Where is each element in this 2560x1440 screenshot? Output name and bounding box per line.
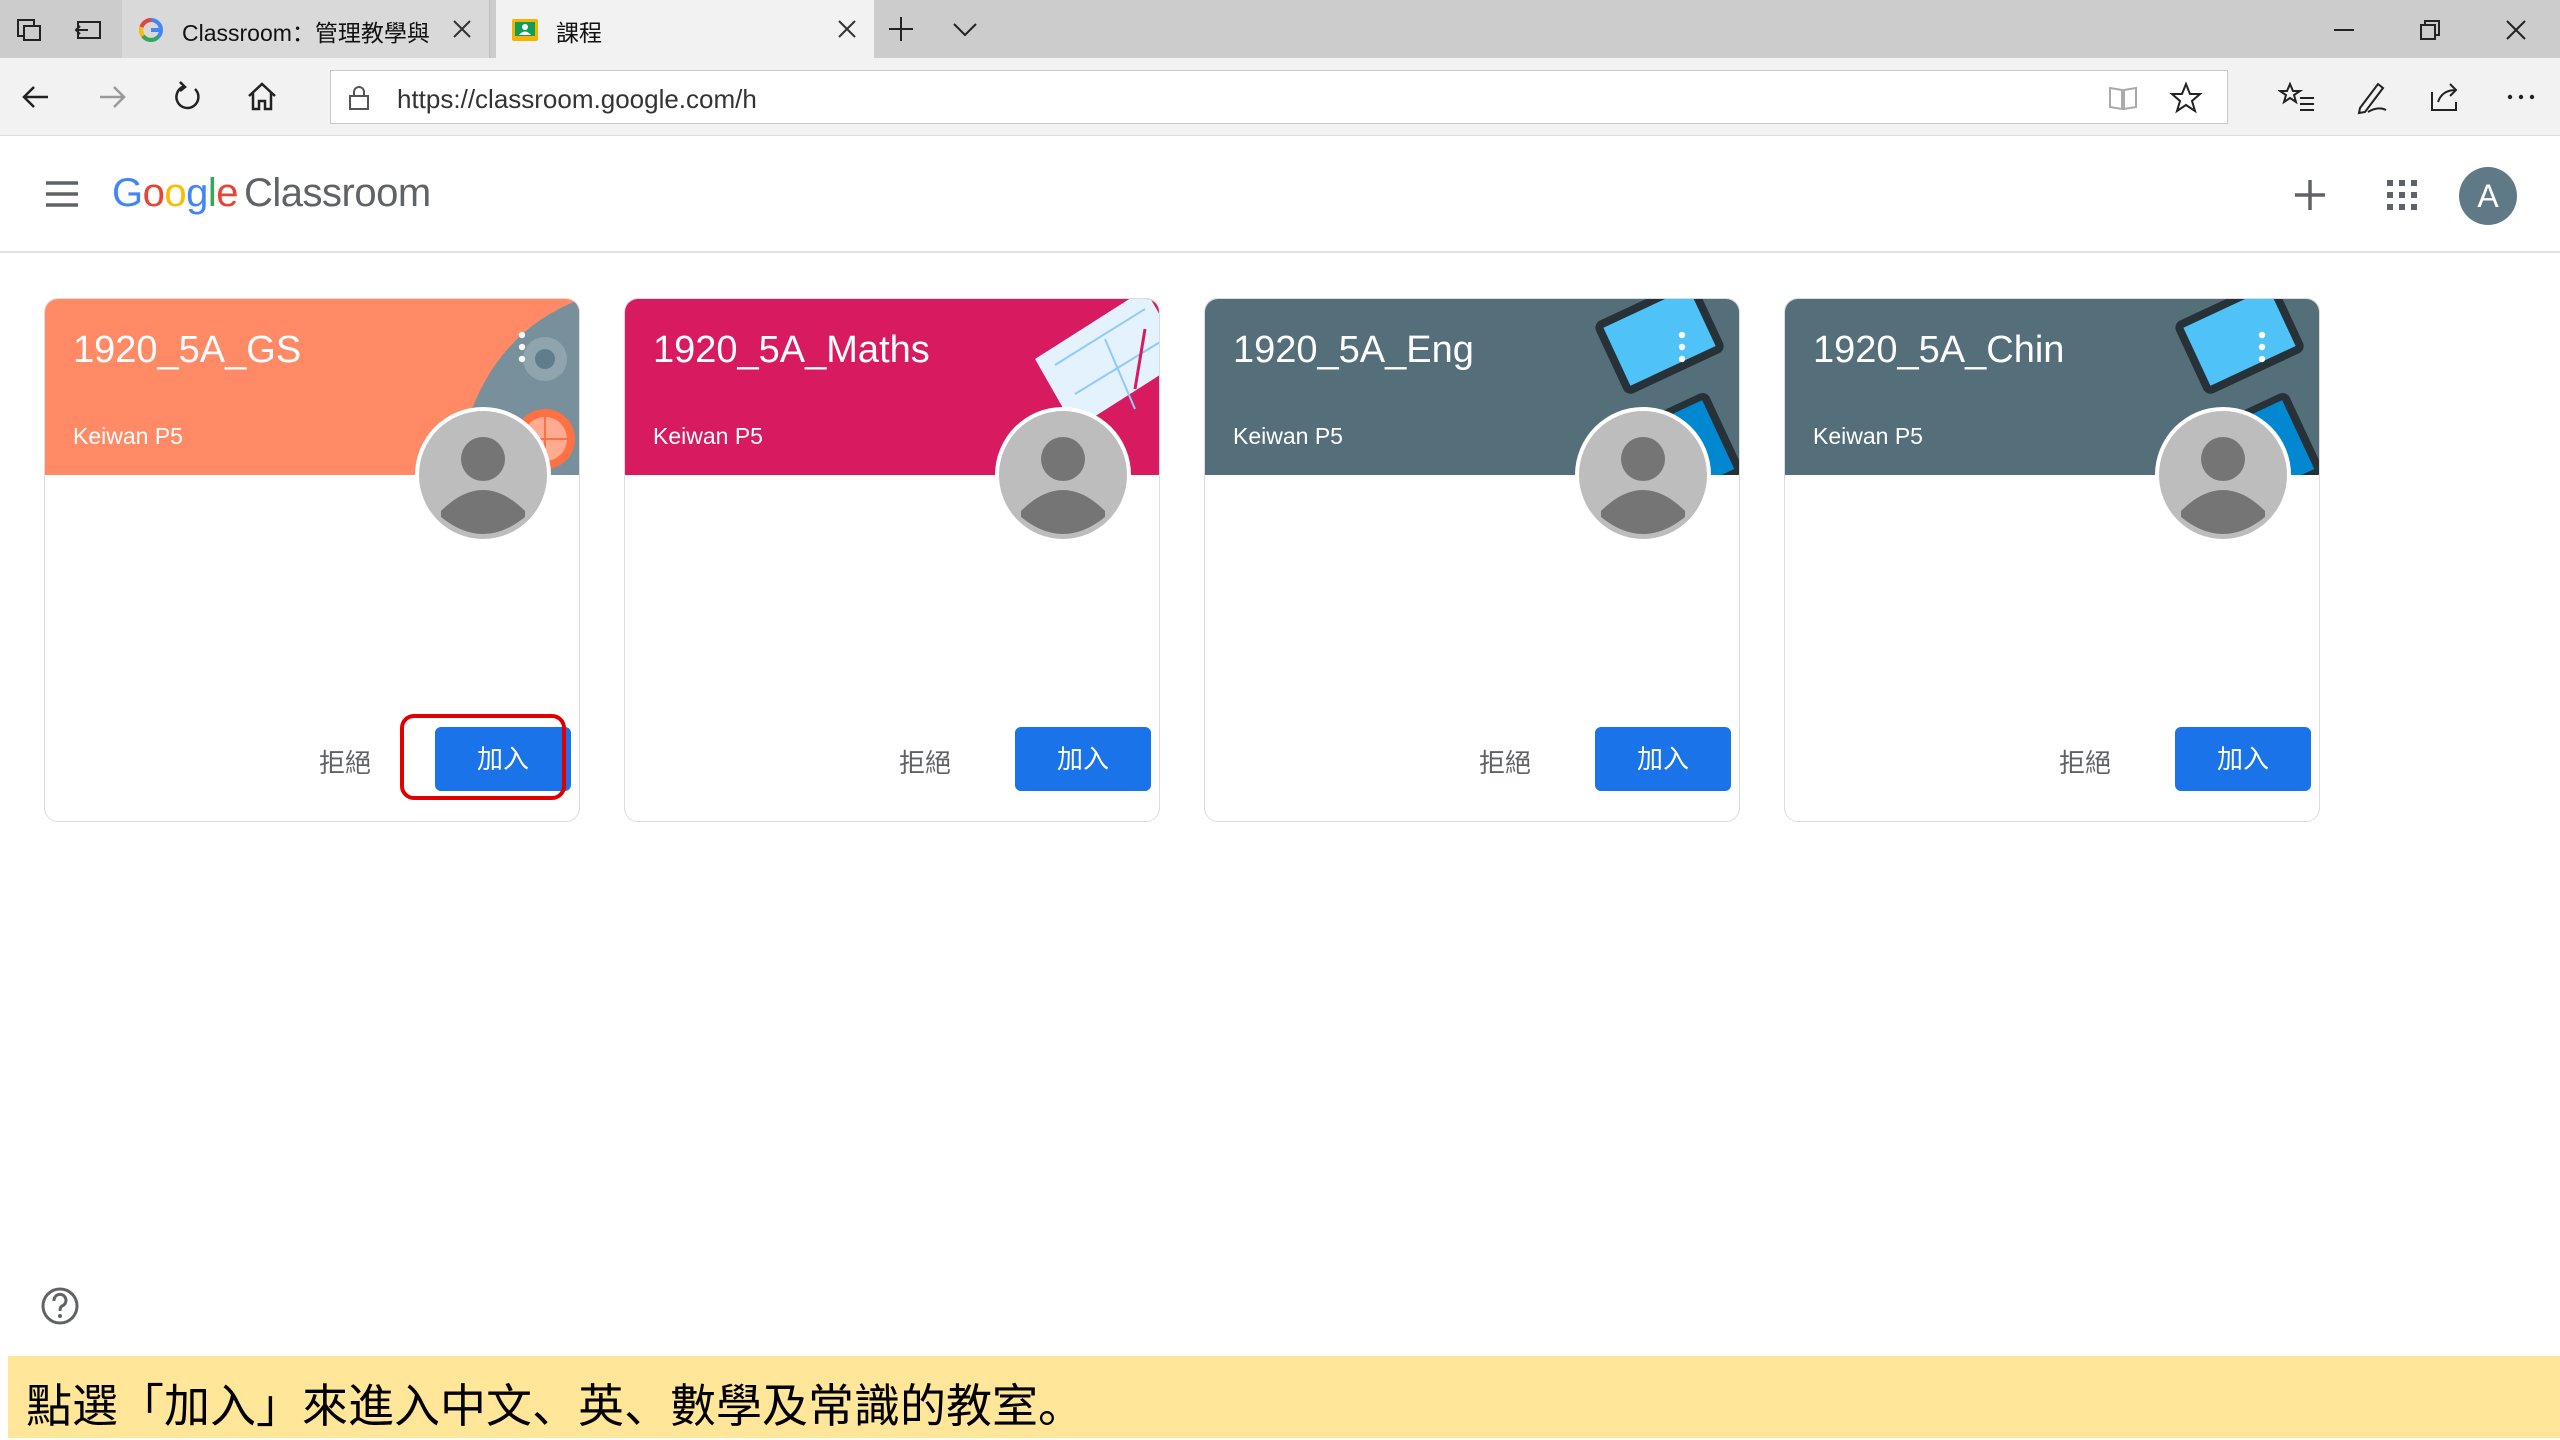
caption-text: 點選「加入」來進入中文、英、數學及常識的教室。 bbox=[26, 1379, 1084, 1433]
logo-letter: g bbox=[186, 171, 208, 215]
decline-button[interactable]: 拒絕 bbox=[875, 743, 975, 783]
lock-icon bbox=[349, 86, 369, 110]
reading-view-icon[interactable] bbox=[2107, 83, 2139, 113]
decline-button[interactable]: 拒絕 bbox=[2035, 743, 2135, 783]
pen-notes-icon[interactable] bbox=[2352, 78, 2390, 116]
favorite-star-icon[interactable] bbox=[2169, 81, 2203, 115]
classroom-header: Google Classroom A bbox=[0, 137, 2560, 253]
browser-tab-bar: Classroom：管理教學與 課程 bbox=[0, 0, 2560, 58]
default-person-icon bbox=[1579, 411, 1707, 539]
help-icon[interactable] bbox=[40, 1286, 80, 1326]
restore-button[interactable] bbox=[2388, 0, 2472, 58]
tab-title: 課程 bbox=[556, 20, 602, 46]
class-name[interactable]: 1920_5A_GS bbox=[73, 329, 301, 372]
logo-product-name: Classroom bbox=[244, 171, 431, 215]
default-person-icon bbox=[2159, 411, 2287, 539]
default-person-icon bbox=[419, 411, 547, 539]
class-card-chin[interactable]: 1920_5A_Chin Keiwan P5 拒絕 加入 bbox=[1784, 298, 2320, 822]
more-vert-icon[interactable] bbox=[515, 329, 529, 365]
class-section: Keiwan P5 bbox=[1233, 423, 1343, 449]
set-aside-tabs-icon[interactable] bbox=[72, 14, 104, 46]
decline-button[interactable]: 拒絕 bbox=[295, 743, 395, 783]
join-button[interactable]: 加入 bbox=[2175, 727, 2311, 791]
classroom-icon bbox=[512, 19, 538, 41]
join-button[interactable]: 加入 bbox=[1015, 727, 1151, 791]
hamburger-menu-icon[interactable] bbox=[42, 177, 82, 211]
class-card-maths[interactable]: 1920_5A_Maths Keiwan P5 拒絕 加入 bbox=[624, 298, 1160, 822]
close-tab-icon[interactable] bbox=[449, 16, 475, 42]
tab-courses[interactable]: 課程 bbox=[496, 0, 874, 58]
forward-icon[interactable] bbox=[92, 78, 130, 116]
teacher-avatar bbox=[415, 407, 551, 543]
share-icon[interactable] bbox=[2426, 78, 2464, 116]
tab-classroom-manage[interactable]: Classroom：管理教學與 bbox=[122, 0, 490, 58]
more-vert-icon[interactable] bbox=[1675, 329, 1689, 365]
class-section: Keiwan P5 bbox=[1813, 423, 1923, 449]
address-toolbar: https://classroom.google.com/h bbox=[0, 58, 2560, 136]
class-card-eng[interactable]: 1920_5A_Eng Keiwan P5 拒絕 加入 bbox=[1204, 298, 1740, 822]
google-apps-icon[interactable] bbox=[2384, 177, 2420, 213]
teacher-avatar bbox=[995, 407, 1131, 543]
favorites-list-icon[interactable] bbox=[2278, 78, 2316, 116]
google-g-icon bbox=[139, 18, 163, 42]
join-button[interactable]: 加入 bbox=[1595, 727, 1731, 791]
teacher-avatar bbox=[2155, 407, 2291, 543]
decline-button[interactable]: 拒絕 bbox=[1455, 743, 1555, 783]
tab-actions-icon[interactable] bbox=[14, 14, 46, 46]
minimize-button[interactable] bbox=[2302, 0, 2386, 58]
logo-letter: o bbox=[142, 171, 165, 215]
close-window-button[interactable] bbox=[2474, 0, 2558, 58]
new-tab-icon[interactable] bbox=[886, 14, 916, 44]
back-icon[interactable] bbox=[18, 78, 56, 116]
restore-icon bbox=[2420, 20, 2440, 40]
refresh-icon[interactable] bbox=[168, 78, 206, 116]
create-join-class-icon[interactable] bbox=[2290, 175, 2330, 215]
tab-title: Classroom：管理教學與 bbox=[182, 20, 430, 46]
class-section: Keiwan P5 bbox=[653, 423, 763, 449]
class-section: Keiwan P5 bbox=[73, 423, 183, 449]
default-person-icon bbox=[999, 411, 1127, 539]
minimize-icon bbox=[2334, 29, 2354, 31]
account-avatar[interactable]: A bbox=[2459, 167, 2517, 225]
instruction-caption: 點選「加入」來進入中文、英、數學及常識的教室。 bbox=[8, 1356, 2560, 1438]
more-vert-icon[interactable] bbox=[2255, 329, 2269, 365]
logo-letter: e bbox=[216, 171, 239, 215]
more-icon[interactable] bbox=[2502, 78, 2540, 116]
chevron-down-icon[interactable] bbox=[950, 16, 980, 42]
home-icon[interactable] bbox=[243, 78, 281, 116]
logo-letter: G bbox=[112, 171, 143, 215]
logo-letter: o bbox=[164, 171, 187, 215]
teacher-avatar bbox=[1575, 407, 1711, 543]
logo-letter: l bbox=[207, 171, 217, 215]
address-bar[interactable]: https://classroom.google.com/h bbox=[330, 70, 2228, 124]
close-tab-icon[interactable] bbox=[834, 16, 860, 42]
join-button-highlight bbox=[400, 714, 566, 800]
url-text[interactable]: https://classroom.google.com/h bbox=[397, 84, 757, 115]
class-name[interactable]: 1920_5A_Eng bbox=[1233, 329, 1474, 372]
close-icon bbox=[2506, 20, 2526, 40]
google-classroom-logo[interactable]: Google Classroom bbox=[112, 171, 431, 216]
class-name[interactable]: 1920_5A_Chin bbox=[1813, 329, 2064, 372]
class-name[interactable]: 1920_5A_Maths bbox=[653, 329, 930, 372]
